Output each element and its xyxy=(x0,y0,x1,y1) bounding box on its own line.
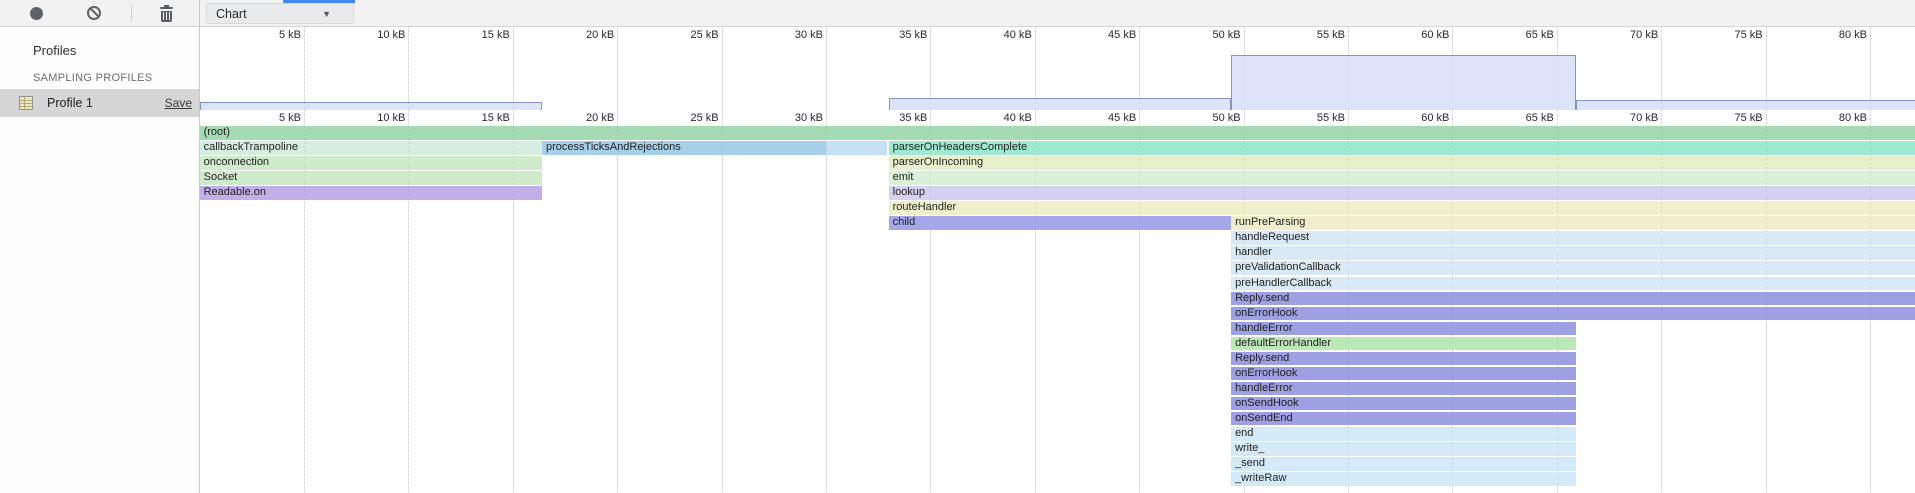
tick-label: 60 kB xyxy=(1421,112,1449,124)
view-mode-value: Chart xyxy=(216,7,247,21)
flame-bar-write_[interactable]: write_ xyxy=(1231,442,1576,456)
tick-label: 10 kB xyxy=(377,29,405,41)
flame-bar-onconnection[interactable]: onconnection xyxy=(200,156,542,170)
profiler-toolbar: Chart ▼ xyxy=(0,0,1915,27)
flame-bar-handleRequest[interactable]: handleRequest xyxy=(1231,231,1915,245)
record-button[interactable] xyxy=(30,7,43,20)
flame-bar-Readable.on[interactable]: Readable.on xyxy=(200,186,542,200)
delete-profile-button[interactable] xyxy=(159,5,174,22)
tick-label: 65 kB xyxy=(1526,29,1554,41)
sampling-profiles-section-label: SAMPLING PROFILES xyxy=(33,72,152,84)
profile-table-icon xyxy=(19,96,33,110)
sidebar-item-profile-1[interactable]: Profile 1 Save xyxy=(0,89,199,117)
flame-bar-_writeRaw[interactable]: _writeRaw xyxy=(1231,472,1576,486)
tick-label: 30 kB xyxy=(795,112,823,124)
tick-label: 40 kB xyxy=(1004,29,1032,41)
flame-bar-(root)[interactable]: (root) xyxy=(200,126,1915,140)
flame-bar-runPreParsing[interactable]: runPreParsing xyxy=(1231,216,1915,230)
flame-bar-child[interactable]: child xyxy=(889,216,1231,230)
save-profile-link[interactable]: Save xyxy=(165,96,192,110)
flame-bar-onErrorHook[interactable]: onErrorHook xyxy=(1231,307,1915,321)
overview-segment[interactable] xyxy=(200,102,542,110)
tick-label: 50 kB xyxy=(1212,112,1240,124)
flame-bar-_send[interactable]: _send xyxy=(1231,457,1576,471)
tick-label: 55 kB xyxy=(1317,29,1345,41)
flame-bar-onSendHook[interactable]: onSendHook xyxy=(1231,397,1576,411)
profiles-sidebar: Profiles SAMPLING PROFILES Profile 1 Sav… xyxy=(0,27,199,493)
active-tab-indicator xyxy=(283,0,355,3)
tick-label: 70 kB xyxy=(1630,29,1658,41)
toolbar-separator xyxy=(131,5,132,22)
flame-bar-onSendEnd[interactable]: onSendEnd xyxy=(1231,412,1576,426)
tick-label: 15 kB xyxy=(482,29,510,41)
clear-button[interactable] xyxy=(87,6,101,20)
flame-bar-routeHandler[interactable]: routeHandler xyxy=(889,201,1915,215)
tick-label: 80 kB xyxy=(1839,112,1867,124)
overview-segment[interactable] xyxy=(889,98,1231,110)
overview-segment[interactable] xyxy=(1576,100,1915,110)
tick-label: 60 kB xyxy=(1421,29,1449,41)
tick-label: 5 kB xyxy=(279,112,301,124)
tick-label: 25 kB xyxy=(690,112,718,124)
tick-label: 30 kB xyxy=(795,29,823,41)
flame-bar-handler[interactable]: handler xyxy=(1231,246,1915,260)
flame-bar-emit[interactable]: emit xyxy=(889,171,1915,185)
tick-label: 55 kB xyxy=(1317,112,1345,124)
view-mode-select[interactable]: Chart ▼ xyxy=(206,3,354,24)
flame-bar-Reply.send[interactable]: Reply.send xyxy=(1231,352,1576,366)
tick-label: 40 kB xyxy=(1004,112,1032,124)
tick-label: 20 kB xyxy=(586,29,614,41)
flame-bar-parserOnHeadersComplete[interactable]: parserOnHeadersComplete xyxy=(889,141,1915,155)
tick-label: 50 kB xyxy=(1212,29,1240,41)
tick-label: 45 kB xyxy=(1108,29,1136,41)
tick-label: 10 kB xyxy=(377,112,405,124)
flame-bar-lookup[interactable]: lookup xyxy=(889,186,1915,200)
tick-label: 20 kB xyxy=(586,112,614,124)
tick-label: 45 kB xyxy=(1108,112,1136,124)
flame-bar-preHandlerCallback[interactable]: preHandlerCallback xyxy=(1231,277,1915,291)
flame-bar-handleError[interactable]: handleError xyxy=(1231,382,1576,396)
sidebar-divider xyxy=(199,0,200,493)
tick-label: 35 kB xyxy=(899,29,927,41)
trash-icon xyxy=(160,7,173,9)
flame-bar-callbackTrampoline[interactable]: callbackTrampoline xyxy=(200,141,542,155)
overview-segment[interactable] xyxy=(1231,55,1576,110)
tick-label: 75 kB xyxy=(1734,29,1762,41)
flame-bar-defaultErrorHandler[interactable]: defaultErrorHandler xyxy=(1231,337,1576,351)
flame-bar-Reply.send[interactable]: Reply.send xyxy=(1231,292,1915,306)
tick-label: 80 kB xyxy=(1839,29,1867,41)
flame-bar-processTicksAndRejections[interactable]: processTicksAndRejections xyxy=(542,141,826,155)
tick-label: 5 kB xyxy=(279,29,301,41)
allocation-profiler-panel: Chart ▼ Profiles SAMPLING PROFILES Profi… xyxy=(0,0,1915,493)
flame-bar-Socket[interactable]: Socket xyxy=(200,171,542,185)
tick-label: 65 kB xyxy=(1526,112,1554,124)
tick-label: 25 kB xyxy=(690,29,718,41)
flame-bar-preValidationCallback[interactable]: preValidationCallback xyxy=(1231,261,1915,275)
trash-icon xyxy=(161,11,172,22)
sidebar-title: Profiles xyxy=(33,43,76,58)
flame-bar-end[interactable]: end xyxy=(1231,427,1576,441)
flame-bar-parserOnIncoming[interactable]: parserOnIncoming xyxy=(889,156,1915,170)
profile-name: Profile 1 xyxy=(47,96,93,110)
tick-label: 70 kB xyxy=(1630,112,1658,124)
flame-chart: (root)callbackTrampolineprocessTicksAndR… xyxy=(200,126,1915,493)
flame-bar-handleError[interactable]: handleError xyxy=(1231,322,1576,336)
chevron-down-icon: ▼ xyxy=(322,9,331,19)
tick-label: 35 kB xyxy=(899,112,927,124)
tick-label: 75 kB xyxy=(1734,112,1762,124)
flame-bar-unlabeled[interactable] xyxy=(826,141,887,155)
chart-region: (root)callbackTrampolineprocessTicksAndR… xyxy=(200,27,1915,493)
tick-label: 15 kB xyxy=(482,112,510,124)
flame-bar-onErrorHook[interactable]: onErrorHook xyxy=(1231,367,1576,381)
